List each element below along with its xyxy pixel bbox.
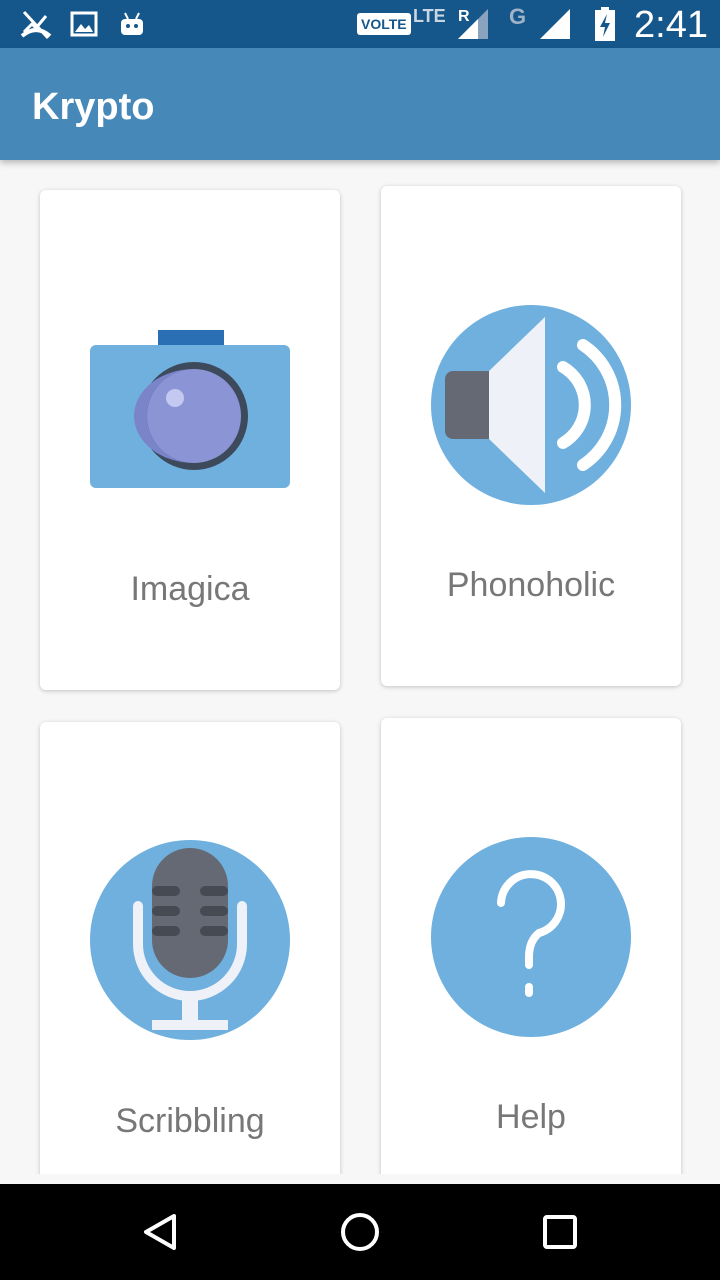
microphone-icon <box>90 840 290 1040</box>
card-scribbling[interactable]: Scribbling <box>40 722 340 1174</box>
speaker-icon <box>431 305 631 505</box>
card-label-phonoholic: Phonoholic <box>446 566 616 604</box>
card-label-scribbling: Scribbling <box>115 1102 265 1140</box>
recents-button[interactable] <box>536 1208 584 1256</box>
clock: 2:41 <box>634 4 708 46</box>
app-title: Krypto <box>32 86 155 128</box>
status-bar: VOLTE LTE R G 2:41 <box>0 0 720 48</box>
card-grid: Imagica Phonoholic Scribbling Help <box>0 160 720 1174</box>
card-help[interactable]: Help <box>381 718 681 1174</box>
signal-icon <box>456 0 490 48</box>
android-icon <box>118 0 146 48</box>
home-button[interactable] <box>336 1208 384 1256</box>
card-imagica[interactable]: Imagica <box>40 190 340 690</box>
navigation-bar <box>0 1184 720 1280</box>
recents-icon <box>543 1215 577 1249</box>
volte-indicator: VOLTE <box>357 13 411 35</box>
question-icon <box>431 837 631 1037</box>
lte-indicator: LTE <box>413 6 446 26</box>
card-phonoholic[interactable]: Phonoholic <box>381 186 681 686</box>
missed-call-icon <box>18 0 54 48</box>
battery-charging-icon <box>594 0 616 48</box>
card-label-help: Help <box>496 1098 566 1136</box>
camera-icon <box>90 330 290 530</box>
home-icon <box>341 1213 379 1251</box>
network-type-indicator: G <box>509 4 527 29</box>
app-bar: Krypto <box>0 48 720 160</box>
image-notification-icon <box>70 0 98 48</box>
signal-icon-2 <box>538 0 572 48</box>
back-icon <box>144 1214 176 1250</box>
back-button[interactable] <box>136 1208 184 1256</box>
card-label-imagica: Imagica <box>130 570 250 608</box>
